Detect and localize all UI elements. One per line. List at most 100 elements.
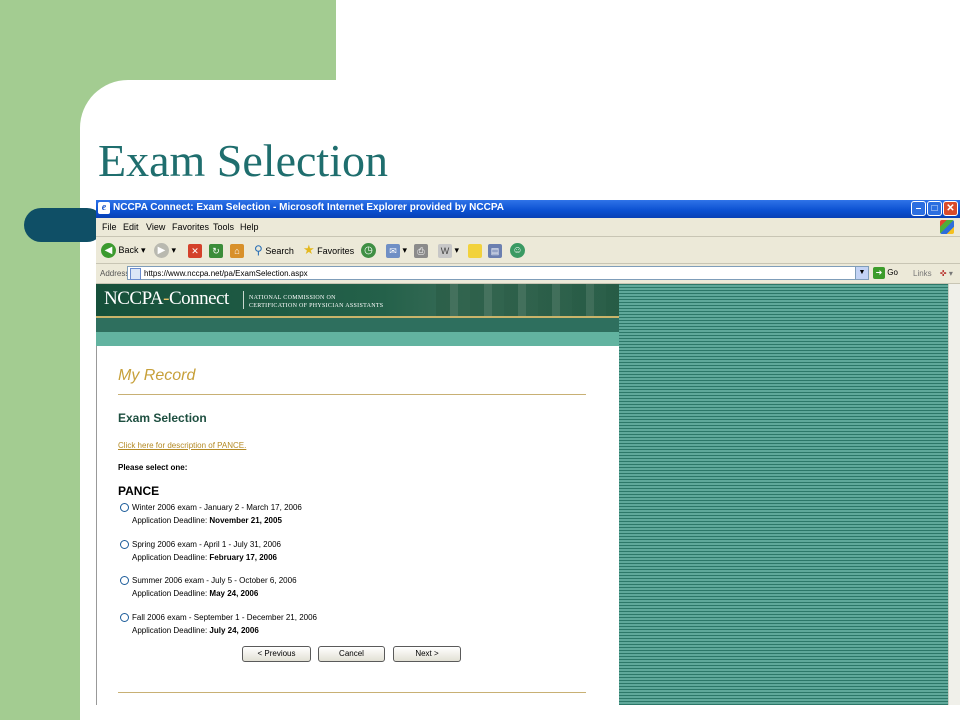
org-name: NATIONAL COMMISSION ON CERTIFICATION OF …	[249, 294, 383, 310]
maximize-button[interactable]: □	[927, 201, 942, 216]
next-button[interactable]: Next >	[393, 646, 461, 662]
logo-divider	[243, 291, 244, 309]
exam-option[interactable]: Winter 2006 exam - January 2 - March 17,…	[120, 502, 520, 530]
header-photo-strip	[436, 284, 619, 316]
exam-option[interactable]: Spring 2006 exam - April 1 - July 31, 20…	[120, 539, 520, 567]
exam-radio[interactable]	[120, 576, 129, 585]
chevron-down-icon[interactable]: ▼	[855, 267, 868, 279]
forward-arrow-icon: ▶	[154, 243, 169, 259]
history-icon: ◷	[361, 243, 376, 259]
edit-button[interactable]: W ▾	[438, 242, 459, 258]
windows-flag-icon	[940, 220, 954, 234]
menu-tools[interactable]: Tools	[213, 222, 234, 232]
cancel-button[interactable]: Cancel	[318, 646, 385, 662]
logo-connect: Connect	[168, 288, 229, 309]
messenger-button[interactable]: ☺	[510, 242, 525, 259]
select-prompt: Please select one:	[118, 463, 188, 472]
exam-option[interactable]: Summer 2006 exam - July 5 - October 6, 2…	[120, 575, 520, 603]
menu-file[interactable]: File	[102, 222, 117, 232]
exam-deadline: Application Deadline: July 24, 2006	[132, 626, 259, 635]
page-background-pattern	[619, 284, 948, 705]
web-page: NCCPA-Connect NATIONAL COMMISSION ON CER…	[96, 284, 619, 705]
nav-band-light	[96, 332, 619, 346]
pance-description-link[interactable]: Click here for description of PANCE.	[118, 441, 246, 450]
exam-label: Spring 2006 exam - April 1 - July 31, 20…	[132, 540, 281, 549]
page-heading: Exam Selection	[118, 411, 207, 425]
favorites-button[interactable]: ★ Favorites	[303, 242, 354, 258]
stop-icon: ✕	[188, 243, 202, 258]
deadline-label: Application Deadline:	[132, 553, 208, 562]
exam-label: Summer 2006 exam - July 5 - October 6, 2…	[132, 576, 297, 585]
stop-button[interactable]: ✕	[188, 242, 202, 258]
minimize-button[interactable]: –	[911, 201, 926, 216]
nav-band-dark	[96, 318, 619, 332]
refresh-button[interactable]: ↻	[209, 242, 223, 258]
deadline-date: July 24, 2006	[209, 626, 259, 635]
slide-title: Exam Selection	[98, 135, 388, 186]
content-area: My Record Exam Selection Click here for …	[96, 346, 619, 705]
menu-view[interactable]: View	[146, 222, 165, 232]
search-icon: ⚲	[254, 243, 263, 257]
print-button[interactable]: ⎙	[414, 242, 428, 258]
site-header: NCCPA-Connect NATIONAL COMMISSION ON CER…	[96, 284, 619, 318]
deadline-date: May 24, 2006	[209, 589, 259, 598]
exam-group-title: PANCE	[118, 484, 160, 498]
exam-label: Winter 2006 exam - January 2 - March 17,…	[132, 503, 302, 512]
exam-label: Fall 2006 exam - September 1 - December …	[132, 613, 317, 622]
logo-nccpa: NCCPA	[104, 288, 164, 309]
deadline-label: Application Deadline:	[132, 516, 208, 525]
discuss-icon	[468, 243, 482, 258]
history-button[interactable]: ◷	[361, 242, 376, 259]
browser-window: e NCCPA Connect: Exam Selection - Micros…	[96, 200, 960, 705]
acrobat-icon[interactable]: ✜	[940, 269, 947, 278]
close-button[interactable]: ✕	[943, 201, 958, 216]
previous-button[interactable]: < Previous	[242, 646, 311, 662]
deadline-label: Application Deadline:	[132, 589, 208, 598]
exam-option[interactable]: Fall 2006 exam - September 1 - December …	[120, 612, 520, 640]
exam-radio[interactable]	[120, 540, 129, 549]
print-icon: ⎙	[414, 243, 428, 258]
exam-radio[interactable]	[120, 503, 129, 512]
back-arrow-icon: ◀	[101, 243, 116, 259]
exam-deadline: Application Deadline: May 24, 2006	[132, 589, 258, 598]
research-icon: ▤	[488, 243, 502, 258]
messenger-icon: ☺	[510, 243, 525, 259]
search-label: Search	[265, 246, 294, 256]
links-label: Links	[913, 269, 932, 278]
page-icon	[130, 268, 141, 280]
footer-divider	[118, 692, 586, 693]
ie-logo-icon: e	[98, 202, 110, 214]
menu-help[interactable]: Help	[240, 222, 259, 232]
slide-accent-pill	[24, 208, 104, 242]
home-icon: ⌂	[230, 243, 244, 258]
search-button[interactable]: ⚲ Search	[254, 242, 294, 258]
address-input[interactable]: https://www.nccpa.net/pa/ExamSelection.a…	[127, 266, 869, 280]
menu-bar: File Edit View Favorites Tools Help	[96, 218, 960, 237]
exam-deadline: Application Deadline: February 17, 2006	[132, 553, 277, 562]
deadline-label: Application Deadline:	[132, 626, 208, 635]
exam-radio[interactable]	[120, 613, 129, 622]
section-divider	[118, 394, 586, 395]
menu-edit[interactable]: Edit	[123, 222, 139, 232]
menu-favorites[interactable]: Favorites	[172, 222, 209, 232]
window-title: NCCPA Connect: Exam Selection - Microsof…	[113, 202, 504, 213]
research-button[interactable]: ▤	[488, 242, 502, 258]
links-button[interactable]: Links ✜ ▾	[913, 269, 953, 278]
forward-button[interactable]: ▶ ▾	[154, 242, 176, 259]
toolbar: ◀ Back ▾ ▶ ▾ ✕ ↻ ⌂ ⚲ Search ★ Favorites …	[96, 237, 960, 264]
discuss-button[interactable]	[468, 242, 482, 258]
edit-icon: W	[438, 243, 452, 258]
favorites-star-icon: ★	[303, 242, 315, 257]
site-logo[interactable]: NCCPA-Connect	[104, 288, 229, 310]
exam-deadline: Application Deadline: November 21, 2005	[132, 516, 282, 525]
mail-icon: ✉	[386, 243, 400, 258]
home-button[interactable]: ⌂	[230, 242, 244, 258]
go-button[interactable]: ➜ Go	[873, 267, 898, 279]
vertical-scrollbar[interactable]	[948, 284, 960, 705]
mail-button[interactable]: ✉ ▾	[386, 242, 407, 258]
address-url: https://www.nccpa.net/pa/ExamSelection.a…	[144, 269, 308, 278]
back-button[interactable]: ◀ Back ▾	[101, 242, 146, 259]
favorites-label: Favorites	[317, 246, 355, 256]
address-label: Address	[100, 269, 130, 278]
refresh-icon: ↻	[209, 243, 223, 258]
